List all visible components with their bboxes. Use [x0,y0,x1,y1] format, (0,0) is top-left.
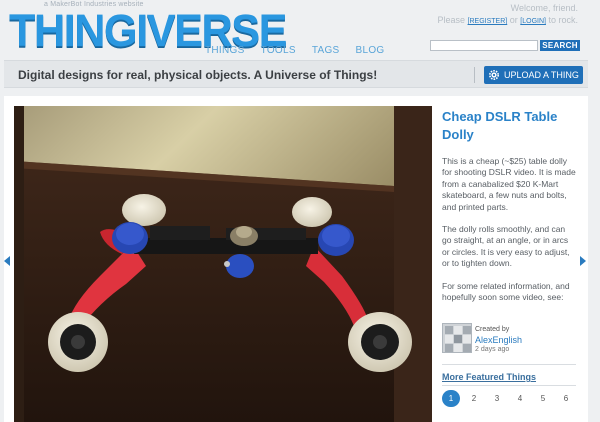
search-input[interactable] [430,40,538,51]
nav-blog[interactable]: BLOG [356,45,385,56]
main-nav: THINGS TOOLS TAGS BLOG [205,45,401,56]
created-by-label: Created by [475,326,510,333]
upload-thing-label: UPLOAD A THING [504,70,579,80]
to-rock-text: to rock. [548,15,578,25]
description-paragraph: The dolly rolls smoothly, and can go str… [442,224,570,269]
login-link[interactable]: [LOGIN] [520,18,546,25]
prev-arrow-icon[interactable] [4,256,10,266]
featured-pager: 1 2 3 4 5 6 [442,390,580,407]
avatar-pattern-icon [443,324,471,352]
upload-thing-button[interactable]: UPLOAD A THING [484,66,583,84]
more-featured-link[interactable]: More Featured Things [442,372,536,382]
creator-link[interactable]: AlexEnglish [475,335,522,345]
nav-tools[interactable]: TOOLS [261,45,296,56]
auth-prompt: Please [REGISTER] or [LOGIN] to rock. [438,15,579,27]
featured-info: Cheap DSLR Table Dolly This is a cheap (… [442,108,576,314]
featured-photo[interactable] [14,106,432,422]
divider [442,385,576,386]
next-arrow-icon[interactable] [580,256,586,266]
page-3-button[interactable]: 3 [488,390,506,407]
featured-description: This is a cheap (~$25) table dolly for s… [442,156,576,314]
nav-tags[interactable]: TAGS [312,45,340,56]
description-paragraph: For some related information, and hopefu… [442,280,570,303]
page-1-button[interactable]: 1 [442,390,460,407]
avatar[interactable] [442,323,472,353]
created-time: 2 days ago [475,346,510,353]
site-tagline: Digital designs for real, physical objec… [18,68,378,82]
page-6-button[interactable]: 6 [557,390,575,407]
dolly-photo-image [14,106,432,422]
tagline-bar: Digital designs for real, physical objec… [4,60,588,88]
page-5-button[interactable]: 5 [534,390,552,407]
welcome-message: Welcome, friend. Please [REGISTER] or [L… [438,3,579,27]
site-header: a MakerBot Industries website THINGIVERS… [0,0,600,60]
description-paragraph: This is a cheap (~$25) table dolly for s… [442,156,576,212]
featured-title[interactable]: Cheap DSLR Table Dolly [442,108,576,144]
page-2-button[interactable]: 2 [465,390,483,407]
or-text: or [509,15,518,25]
gear-icon [489,70,499,80]
register-link[interactable]: [REGISTER] [468,18,508,25]
please-text: Please [437,15,466,25]
tagbar-divider [474,67,475,83]
welcome-text: Welcome, friend. [510,3,578,13]
search-button[interactable]: SEARCH [540,40,580,51]
page-4-button[interactable]: 4 [511,390,529,407]
creator-block: Created by AlexEnglish 2 days ago [442,323,576,357]
divider [442,364,576,365]
nav-things[interactable]: THINGS [205,45,245,56]
